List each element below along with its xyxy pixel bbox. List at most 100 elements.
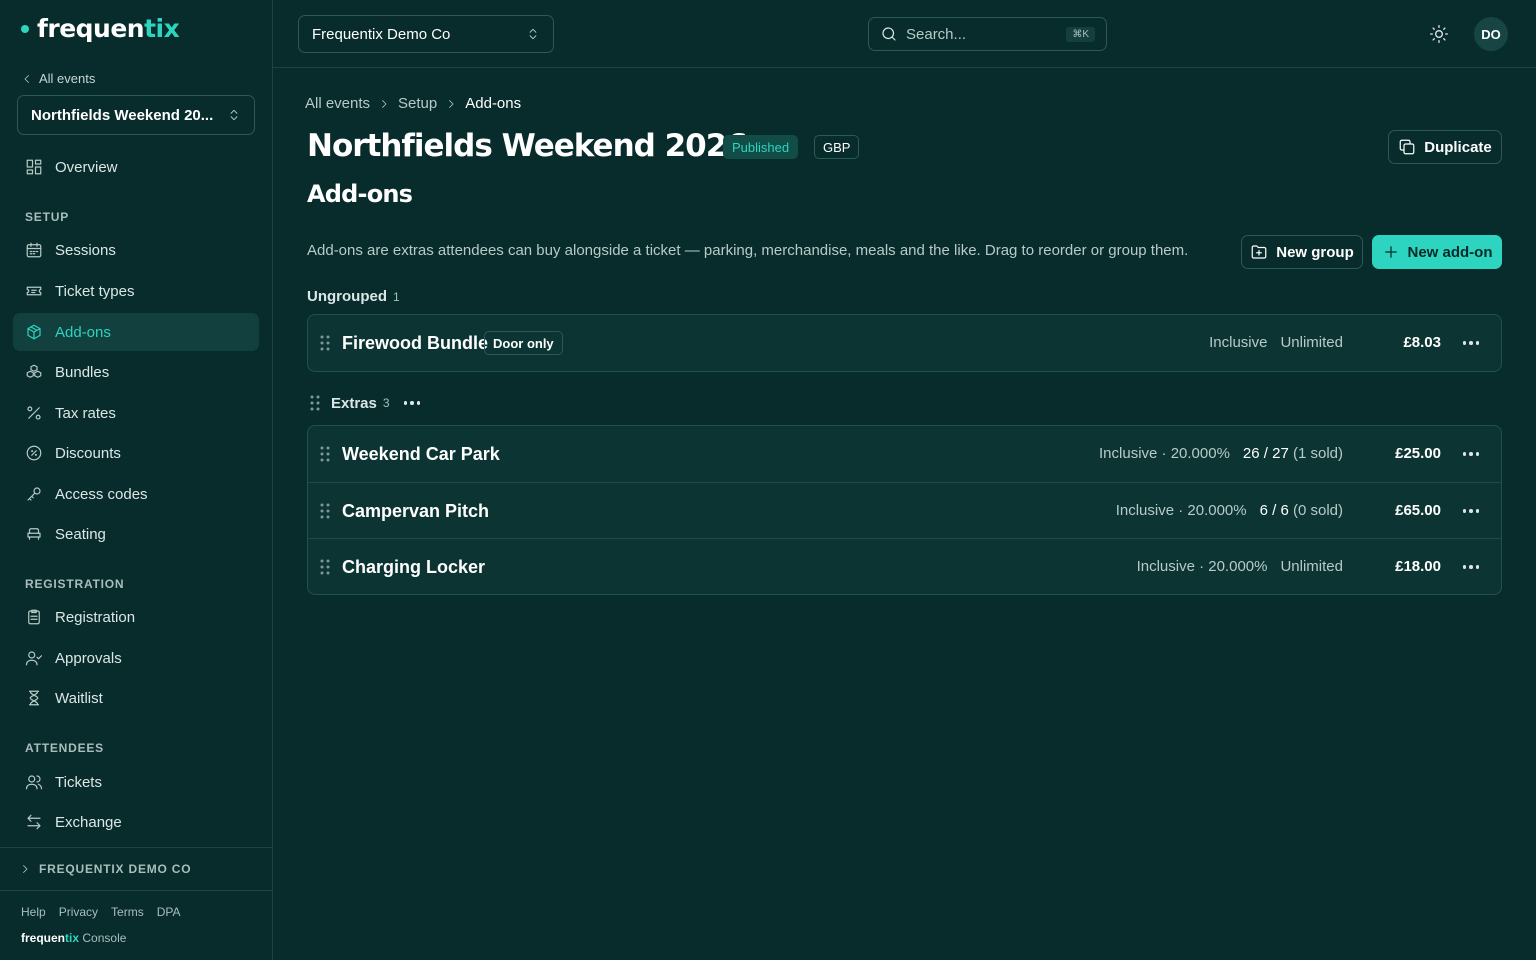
footer-brand-suffix: Console xyxy=(82,931,127,945)
percent-icon xyxy=(27,406,41,420)
currency-badge: GBP xyxy=(814,135,860,159)
add-on-meta: Inclusive · 20.000% Unlimited xyxy=(1137,558,1343,575)
org-section-toggle[interactable]: FREQUENTIX DEMO CO xyxy=(0,847,272,891)
add-on-meta: Inclusive · 20.000% 6 / 6 (0 sold) xyxy=(1116,502,1343,519)
boxes-icon xyxy=(26,364,42,378)
more-options-button[interactable] xyxy=(1462,502,1479,520)
copy-icon xyxy=(1399,139,1415,155)
list-item[interactable]: Campervan Pitch Inclusive · 20.000% 6 / … xyxy=(308,482,1501,538)
add-on-price: £65.00 xyxy=(1395,502,1441,519)
group-card-ungrouped: Firewood Bundle Door only Inclusive Unli… xyxy=(307,314,1502,372)
chevron-right-icon xyxy=(449,99,454,108)
footer-brand-right: tix xyxy=(65,931,80,945)
drag-handle-icon[interactable] xyxy=(319,334,331,352)
sidebar-item-tax-rates[interactable]: Tax rates xyxy=(13,394,259,432)
duplicate-button[interactable]: Duplicate xyxy=(1388,130,1502,164)
sidebar-item-add-ons[interactable]: Add-ons xyxy=(13,313,259,351)
event-selector[interactable]: Northfields Weekend 20... xyxy=(17,95,255,135)
drag-handle-icon[interactable] xyxy=(309,394,321,412)
footer-link-privacy[interactable]: Privacy xyxy=(59,905,98,919)
sidebar-section-setup: SETUP xyxy=(25,210,70,224)
drag-handle-icon[interactable] xyxy=(319,558,331,576)
section-title: Add-ons xyxy=(307,180,413,208)
section-description: Add-ons are extras attendees can buy alo… xyxy=(307,242,1189,259)
more-options-button[interactable] xyxy=(1462,558,1479,576)
group-options-button[interactable] xyxy=(403,394,421,412)
sidebar-item-exchange[interactable]: Exchange xyxy=(13,803,259,841)
footer-link-terms[interactable]: Terms xyxy=(111,905,144,919)
group-count: 3 xyxy=(382,396,390,410)
sidebar-item-discounts[interactable]: Discounts xyxy=(13,434,259,472)
users-icon xyxy=(25,775,43,790)
add-on-price: £18.00 xyxy=(1395,558,1441,575)
group-name: Extras xyxy=(331,394,377,412)
more-options-button[interactable] xyxy=(1462,445,1479,463)
new-group-button-label: New group xyxy=(1276,243,1354,261)
breadcrumb-all-events[interactable]: All events xyxy=(305,95,370,112)
add-on-price: £8.03 xyxy=(1403,334,1441,351)
sidebar-item-waitlist[interactable]: Waitlist xyxy=(13,679,259,717)
add-on-name: Weekend Car Park xyxy=(342,444,500,464)
drag-handle-icon[interactable] xyxy=(319,445,331,463)
discount-badge-icon xyxy=(26,445,42,461)
back-to-all-events-link[interactable]: All events xyxy=(21,71,95,86)
add-on-tax: Inclusive · 20.000% xyxy=(1136,558,1268,575)
avatar[interactable]: DO xyxy=(1474,17,1508,51)
chevron-right-icon xyxy=(23,865,28,873)
sidebar-item-sessions[interactable]: Sessions xyxy=(13,231,259,269)
back-link-label: All events xyxy=(39,71,96,86)
footer-brand: frequentix Console xyxy=(21,931,126,945)
breadcrumb: All events Setup Add-ons xyxy=(305,95,521,112)
group-header-extras: Extras 3 xyxy=(309,394,421,412)
sidebar-item-label: Sessions xyxy=(55,241,116,259)
new-group-button[interactable]: New group xyxy=(1241,235,1363,269)
armchair-icon xyxy=(27,528,41,540)
plus-icon xyxy=(1384,246,1397,258)
org-selector[interactable]: Frequentix Demo Co xyxy=(298,15,554,53)
status-badge: Published xyxy=(723,135,799,159)
sidebar-item-tickets[interactable]: Tickets xyxy=(13,763,259,801)
new-add-on-button[interactable]: New add-on xyxy=(1372,235,1502,269)
sidebar-item-label: Approvals xyxy=(55,649,122,667)
breadcrumb-setup[interactable]: Setup xyxy=(398,95,437,112)
sidebar-item-ticket-types[interactable]: Ticket types xyxy=(13,272,259,310)
footer-link-dpa[interactable]: DPA xyxy=(157,905,181,919)
sidebar-item-overview[interactable]: Overview xyxy=(13,148,259,186)
add-on-name: Firewood Bundle xyxy=(342,333,488,353)
footer-link-help[interactable]: Help xyxy=(21,905,46,919)
group-header-ungrouped: Ungrouped 1 xyxy=(307,288,400,305)
new-add-on-button-label: New add-on xyxy=(1407,243,1493,261)
sidebar-item-registration[interactable]: Registration xyxy=(13,598,259,636)
chevron-right-icon xyxy=(382,99,387,108)
sidebar-item-access-codes[interactable]: Access codes xyxy=(13,475,259,513)
logo-text-left: frequen xyxy=(37,14,145,43)
add-on-tax: Inclusive xyxy=(1209,334,1268,351)
list-item[interactable]: Firewood Bundle Door only Inclusive Unli… xyxy=(308,315,1501,371)
theme-toggle-button[interactable] xyxy=(1429,24,1449,44)
search-input[interactable]: Search... ⌘K xyxy=(868,17,1107,51)
add-on-stock: Unlimited xyxy=(1280,558,1343,575)
sidebar-item-approvals[interactable]: Approvals xyxy=(13,639,259,677)
list-item[interactable]: Weekend Car Park Inclusive · 20.000% 26 … xyxy=(308,426,1501,482)
dashboard-icon xyxy=(26,159,42,175)
more-options-button[interactable] xyxy=(1462,334,1479,352)
drag-handle-icon[interactable] xyxy=(319,502,331,520)
arrows-exchange-icon xyxy=(27,814,41,830)
add-on-sold: (0 sold) xyxy=(1292,502,1343,519)
sidebar-item-label: Add-ons xyxy=(55,323,111,341)
door-only-badge: Door only xyxy=(484,331,563,355)
key-icon xyxy=(27,487,41,501)
logo[interactable]: frequentix xyxy=(21,14,180,43)
ticket-icon xyxy=(26,286,42,296)
sidebar-item-label: Waitlist xyxy=(55,689,103,707)
sidebar-item-label: Registration xyxy=(55,608,136,626)
breadcrumb-current: Add-ons xyxy=(465,95,522,112)
sidebar-item-label: Discounts xyxy=(55,444,121,462)
chevron-up-down-icon xyxy=(529,28,537,40)
sidebar-item-seating[interactable]: Seating xyxy=(13,515,259,553)
add-on-price: £25.00 xyxy=(1395,445,1441,462)
add-on-stock-count: 6 / 6 xyxy=(1259,502,1289,519)
list-item[interactable]: Charging Locker Inclusive · 20.000% Unli… xyxy=(308,538,1501,594)
sidebar-item-bundles[interactable]: Bundles xyxy=(13,353,259,391)
topbar: Frequentix Demo Co Search... ⌘K DO xyxy=(273,0,1536,68)
